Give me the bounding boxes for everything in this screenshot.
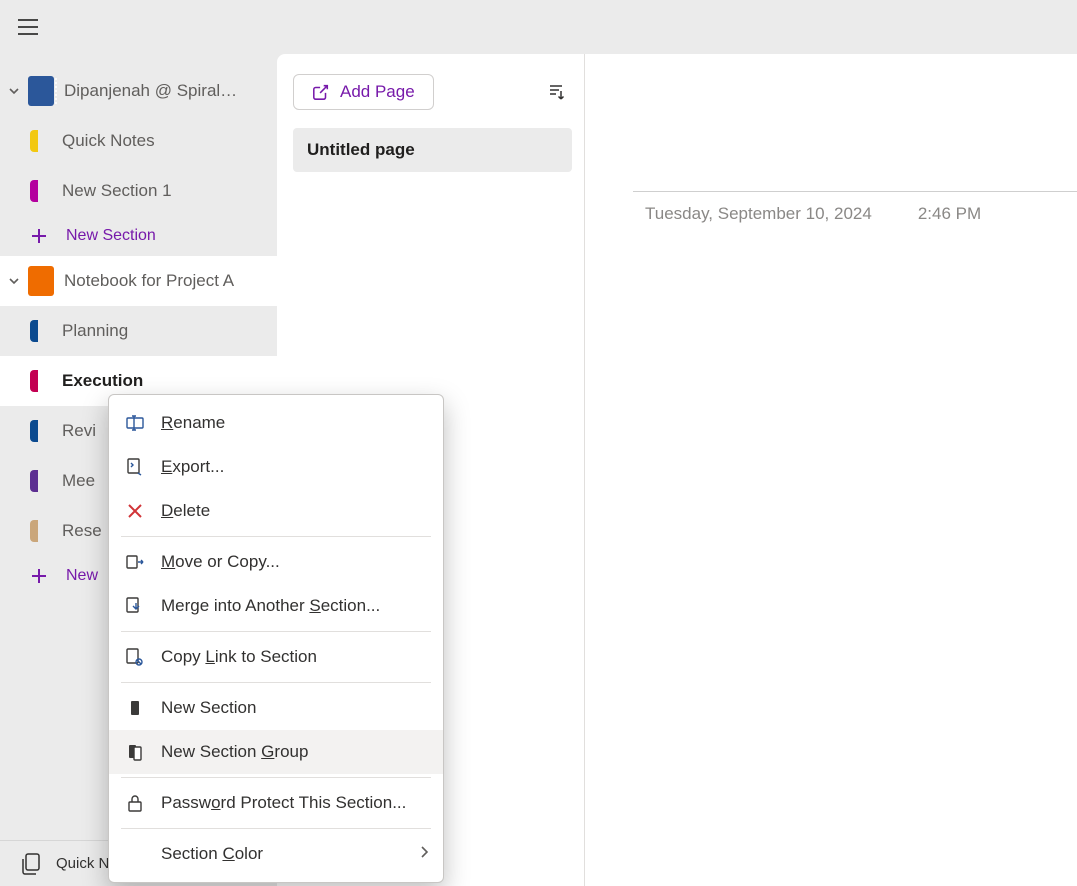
section-item[interactable]: New Section 1 bbox=[0, 166, 277, 216]
menu-separator bbox=[121, 631, 431, 632]
menu-item-newgroup[interactable]: New Section Group bbox=[109, 730, 443, 774]
rename-icon bbox=[123, 411, 147, 435]
section-item[interactable]: Quick Notes bbox=[0, 116, 277, 166]
section-context-menu: Rename Export... Delete Move or Copy... Merg… bbox=[108, 394, 444, 883]
hamburger-icon bbox=[18, 19, 38, 35]
section-label: Revi bbox=[62, 421, 96, 441]
chevron-right-icon bbox=[419, 844, 429, 864]
menu-item-label: New Section bbox=[161, 698, 429, 718]
move-icon bbox=[123, 550, 147, 574]
sort-icon bbox=[547, 83, 565, 101]
new-section-button[interactable]: New Section bbox=[0, 216, 277, 256]
note-date: Tuesday, September 10, 2024 bbox=[645, 204, 872, 224]
notebook-icon bbox=[28, 76, 54, 106]
section-label: Planning bbox=[62, 321, 128, 341]
section-label: New Section 1 bbox=[62, 181, 172, 201]
section-color-tab bbox=[30, 470, 38, 492]
menu-separator bbox=[121, 777, 431, 778]
hamburger-menu-button[interactable] bbox=[8, 7, 48, 47]
menu-item-label: Rename bbox=[161, 413, 429, 433]
new-section-label: New bbox=[66, 567, 98, 585]
section-label: Mee bbox=[62, 471, 95, 491]
titlebar bbox=[0, 0, 1077, 54]
section-item[interactable]: Planning bbox=[0, 306, 277, 356]
new-section-label: New Section bbox=[66, 227, 156, 245]
section-icon bbox=[123, 696, 147, 720]
menu-separator bbox=[121, 828, 431, 829]
notebook-header[interactable]: Notebook for Project A bbox=[0, 256, 277, 306]
menu-item-copylink[interactable]: Copy Link to Section bbox=[109, 635, 443, 679]
menu-item-move[interactable]: Move or Copy... bbox=[109, 540, 443, 584]
section-color-tab bbox=[30, 420, 38, 442]
menu-item-label: Copy Link to Section bbox=[161, 647, 429, 667]
add-page-button[interactable]: Add Page bbox=[293, 74, 434, 110]
menu-item-export[interactable]: Export... bbox=[109, 445, 443, 489]
menu-item-merge[interactable]: Merge into Another Section... bbox=[109, 584, 443, 628]
notebook-title: Notebook for Project A bbox=[64, 271, 277, 291]
group-icon bbox=[123, 740, 147, 764]
menu-separator bbox=[121, 536, 431, 537]
menu-item-label: Section Color bbox=[161, 844, 419, 864]
delete-icon bbox=[123, 499, 147, 523]
section-color-tab bbox=[30, 320, 38, 342]
section-label: Execution bbox=[62, 371, 143, 391]
lock-icon bbox=[123, 791, 147, 815]
menu-item-label: Export... bbox=[161, 457, 429, 477]
menu-item-label: Password Protect This Section... bbox=[161, 793, 429, 813]
add-page-label: Add Page bbox=[340, 82, 415, 102]
page-stack-icon bbox=[22, 853, 42, 875]
section-color-tab bbox=[30, 370, 38, 392]
menu-separator bbox=[121, 682, 431, 683]
chevron-down-icon bbox=[4, 275, 24, 287]
section-label: Rese bbox=[62, 521, 102, 541]
section-label: Quick Notes bbox=[62, 131, 155, 151]
plus-icon bbox=[30, 567, 48, 585]
note-time: 2:46 PM bbox=[918, 204, 981, 224]
merge-icon bbox=[123, 594, 147, 618]
section-color-tab bbox=[30, 130, 38, 152]
compose-icon bbox=[312, 83, 330, 101]
menu-item-delete[interactable]: Delete bbox=[109, 489, 443, 533]
notebook-title: Dipanjenah @ Spiral… bbox=[64, 81, 277, 101]
menu-item-label: Move or Copy... bbox=[161, 552, 429, 572]
notebook-header[interactable]: Dipanjenah @ Spiral… bbox=[0, 66, 277, 116]
menu-item-label: Delete bbox=[161, 501, 429, 521]
menu-item-password[interactable]: Password Protect This Section... bbox=[109, 781, 443, 825]
menu-item-label: Merge into Another Section... bbox=[161, 596, 429, 616]
note-canvas[interactable]: Tuesday, September 10, 2024 2:46 PM bbox=[585, 54, 1077, 886]
menu-item-label: New Section Group bbox=[161, 742, 429, 762]
menu-item-newsection[interactable]: New Section bbox=[109, 686, 443, 730]
copylink-icon bbox=[123, 645, 147, 669]
notebook-icon bbox=[28, 266, 54, 296]
export-icon bbox=[123, 455, 147, 479]
menu-item-rename[interactable]: Rename bbox=[109, 401, 443, 445]
section-color-tab bbox=[30, 180, 38, 202]
section-color-tab bbox=[30, 520, 38, 542]
note-title-input[interactable] bbox=[633, 132, 1077, 192]
page-item[interactable]: Untitled page bbox=[293, 128, 572, 172]
menu-item-color[interactable]: Section Color bbox=[109, 832, 443, 876]
chevron-down-icon bbox=[4, 85, 24, 97]
sort-pages-button[interactable] bbox=[540, 76, 572, 108]
plus-icon bbox=[30, 227, 48, 245]
